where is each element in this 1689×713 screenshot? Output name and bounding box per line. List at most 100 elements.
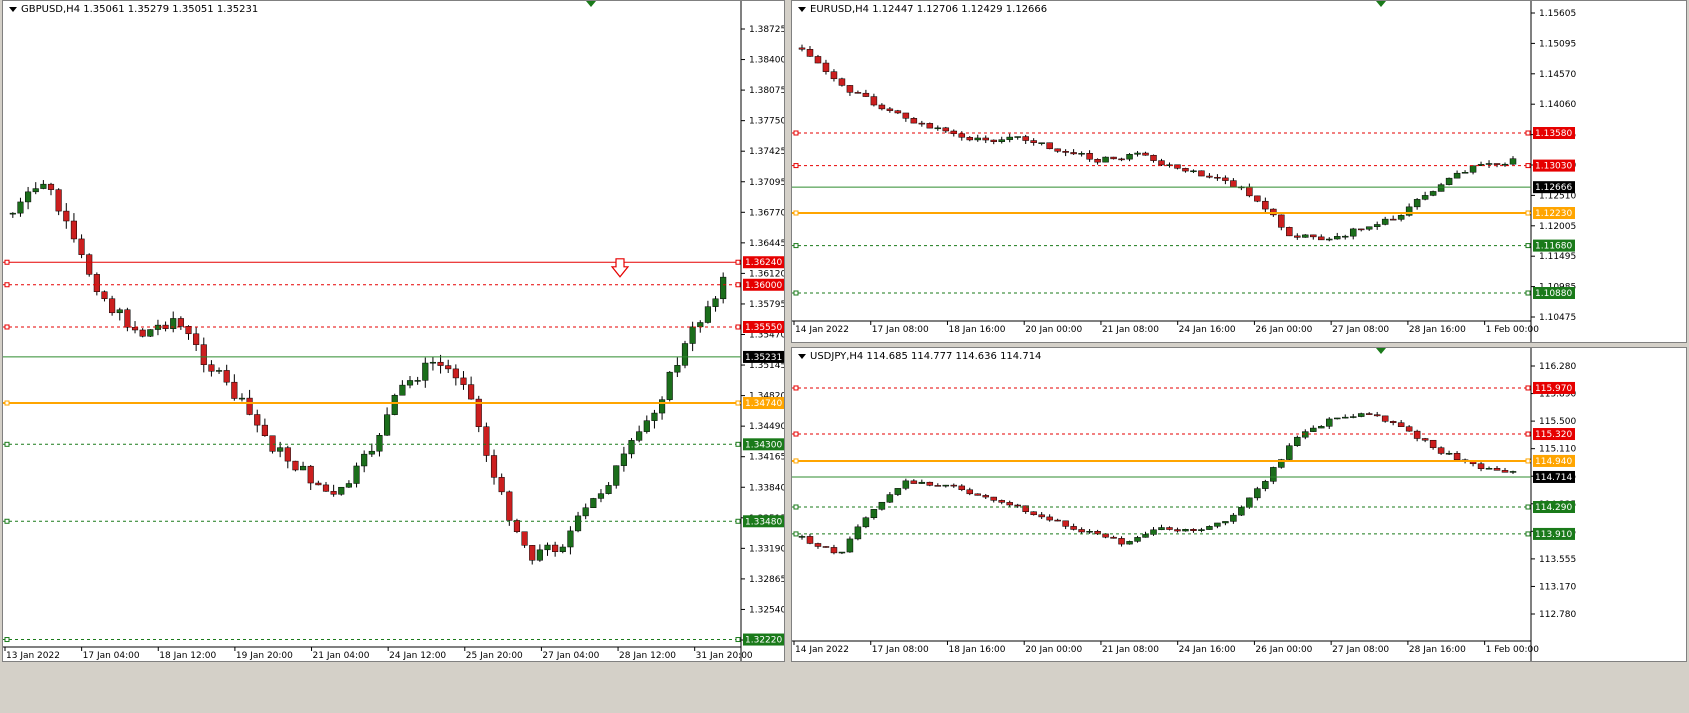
candle bbox=[1094, 158, 1101, 165]
candle bbox=[894, 109, 902, 115]
level-anchor-left[interactable] bbox=[793, 243, 799, 249]
level-anchor-left[interactable] bbox=[4, 518, 10, 524]
chart-panel-usdjpy[interactable]: USDJPY,H4 114.685 114.777 114.636 114.71… bbox=[791, 347, 1687, 662]
price-tick-label: 115.500 bbox=[1539, 417, 1576, 427]
level-anchor-left[interactable] bbox=[793, 431, 799, 437]
level-anchor-left[interactable] bbox=[793, 130, 799, 136]
candle bbox=[697, 320, 704, 333]
candle bbox=[1038, 142, 1045, 146]
candle bbox=[830, 544, 838, 555]
time-tick-label: 27 Jan 04:00 bbox=[542, 651, 599, 661]
level-anchor-right[interactable] bbox=[1525, 504, 1531, 510]
level-anchor-left[interactable] bbox=[4, 441, 10, 447]
chart-canvas[interactable]: 1.156051.150951.145701.140601.135451.130… bbox=[792, 1, 1687, 343]
chart-title: USDJPY,H4 114.685 114.777 114.636 114.71… bbox=[798, 351, 1041, 362]
level-anchor-left[interactable] bbox=[4, 282, 10, 288]
level-anchor-right[interactable] bbox=[735, 282, 741, 288]
level-anchor-right[interactable] bbox=[735, 259, 741, 265]
level-anchor-right[interactable] bbox=[1525, 130, 1531, 136]
chart-panel-gbpusd[interactable]: GBPUSD,H4 1.35061 1.35279 1.35051 1.3523… bbox=[2, 0, 785, 662]
candle bbox=[322, 481, 330, 492]
candle bbox=[1158, 158, 1165, 167]
price-tick-label: 1.14060 bbox=[1539, 100, 1576, 110]
candle bbox=[147, 329, 154, 337]
level-anchor-right[interactable] bbox=[735, 400, 741, 406]
candle bbox=[345, 480, 352, 488]
time-tick-label: 28 Jan 16:00 bbox=[1409, 325, 1466, 335]
dropdown-triangle-icon[interactable] bbox=[798, 6, 806, 12]
down-arrow-icon[interactable] bbox=[610, 258, 630, 278]
chart-canvas[interactable]: 116.280115.890115.500115.110114.725114.3… bbox=[792, 348, 1687, 662]
candle bbox=[1262, 197, 1269, 213]
dropdown-triangle-icon[interactable] bbox=[9, 6, 17, 12]
level-anchor-right[interactable] bbox=[735, 637, 741, 643]
candle bbox=[998, 499, 1005, 505]
level-anchor-left[interactable] bbox=[793, 210, 799, 216]
candle bbox=[1373, 221, 1381, 230]
level-anchor-right[interactable] bbox=[1525, 243, 1531, 249]
candle bbox=[918, 120, 926, 127]
candle bbox=[689, 321, 696, 352]
chart-panel-eurusd[interactable]: EURUSD,H4 1.12447 1.12706 1.12429 1.1266… bbox=[791, 0, 1687, 343]
level-anchor-right[interactable] bbox=[1525, 531, 1531, 537]
candle bbox=[666, 371, 673, 402]
level-anchor-left[interactable] bbox=[4, 637, 10, 643]
level-anchor-left[interactable] bbox=[4, 400, 10, 406]
level-anchor-right[interactable] bbox=[1525, 210, 1531, 216]
candle bbox=[1030, 511, 1037, 516]
candle bbox=[1397, 214, 1405, 222]
level-anchor-left[interactable] bbox=[793, 290, 799, 296]
price-tick-label: 1.37095 bbox=[749, 178, 785, 188]
chart-canvas[interactable]: 1.38725 1.38400 1.38075 1.37750 1.37425 1.370… bbox=[3, 1, 785, 662]
level-anchor-right[interactable] bbox=[1525, 431, 1531, 437]
time-tick-label: 20 Jan 00:00 bbox=[1025, 645, 1082, 655]
level-anchor-right[interactable] bbox=[1525, 290, 1531, 296]
shift-marker-icon[interactable] bbox=[1376, 348, 1386, 354]
dropdown-triangle-icon[interactable] bbox=[798, 353, 806, 359]
candle bbox=[162, 321, 169, 332]
candle bbox=[1142, 531, 1149, 538]
level-anchor-left[interactable] bbox=[793, 531, 799, 537]
candle bbox=[1453, 170, 1461, 179]
candle bbox=[1318, 425, 1325, 429]
candle bbox=[353, 462, 360, 488]
candle bbox=[1086, 529, 1093, 534]
candle bbox=[1357, 228, 1365, 232]
level-anchor-left[interactable] bbox=[793, 504, 799, 510]
price-tick-label: 113.555 bbox=[1539, 555, 1576, 565]
candle bbox=[1166, 526, 1173, 531]
candle bbox=[1294, 435, 1301, 447]
level-anchor-left[interactable] bbox=[4, 324, 10, 330]
shift-marker-icon[interactable] bbox=[586, 1, 596, 7]
level-anchor-right[interactable] bbox=[1525, 458, 1531, 464]
level-anchor-right[interactable] bbox=[735, 518, 741, 524]
candle bbox=[1485, 466, 1493, 470]
level-anchor-left[interactable] bbox=[793, 385, 799, 391]
candle bbox=[368, 443, 375, 457]
candle bbox=[1014, 136, 1021, 140]
candle bbox=[870, 509, 878, 520]
candle bbox=[1341, 414, 1349, 419]
candle bbox=[681, 340, 689, 369]
level-anchor-right[interactable] bbox=[735, 324, 741, 330]
candle bbox=[1126, 153, 1133, 162]
level-anchor-right[interactable] bbox=[1525, 385, 1531, 391]
candle bbox=[822, 59, 830, 75]
price-tick-label: 1.36770 bbox=[749, 208, 785, 218]
level-anchor-right[interactable] bbox=[1525, 163, 1531, 169]
price-tick-label: 1.32865 bbox=[749, 575, 785, 585]
candle bbox=[1102, 156, 1109, 163]
level-anchor-right[interactable] bbox=[735, 441, 741, 447]
candle bbox=[78, 234, 85, 259]
candle bbox=[1381, 415, 1389, 423]
candle bbox=[1118, 157, 1125, 162]
level-anchor-left[interactable] bbox=[793, 163, 799, 169]
level-anchor-left[interactable] bbox=[793, 458, 799, 464]
level-anchor-left[interactable] bbox=[4, 259, 10, 265]
shift-marker-icon[interactable] bbox=[1376, 1, 1386, 7]
candle bbox=[620, 446, 627, 472]
price-tick-label: 1.34165 bbox=[749, 453, 785, 463]
candle bbox=[934, 483, 942, 487]
candle bbox=[990, 496, 997, 503]
level-price-label: 1.34300 bbox=[745, 440, 782, 450]
